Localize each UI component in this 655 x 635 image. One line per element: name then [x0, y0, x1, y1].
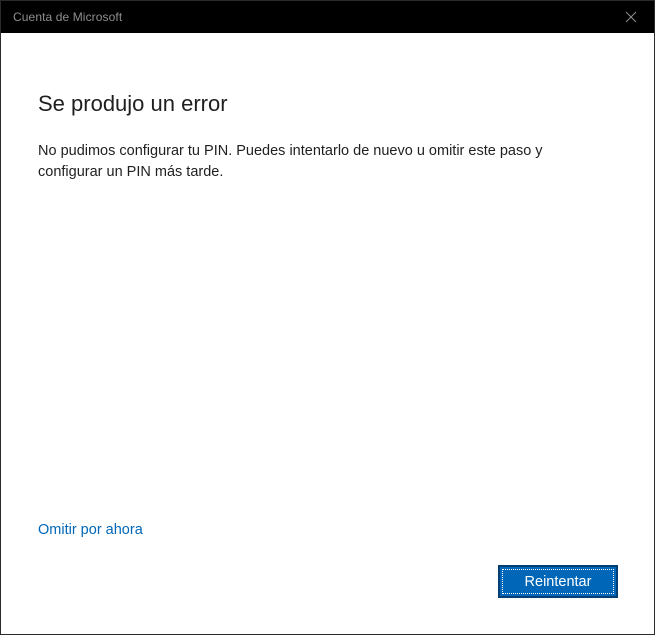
error-message: No pudimos configurar tu PIN. Puedes int… — [38, 143, 543, 180]
page-title: Se produjo un error — [38, 91, 228, 116]
retry-button[interactable]: Reintentar — [498, 565, 618, 598]
close-icon — [625, 11, 637, 23]
skip-link[interactable]: Omitir por ahora — [38, 522, 143, 538]
close-button[interactable] — [608, 1, 654, 33]
title-bar[interactable]: Cuenta de Microsoft — [1, 1, 654, 33]
dialog-content: Se produjo un error No pudimos configura… — [1, 34, 654, 634]
app-window: Cuenta de Microsoft Se produjo un error … — [0, 0, 655, 635]
window-title: Cuenta de Microsoft — [13, 10, 123, 24]
